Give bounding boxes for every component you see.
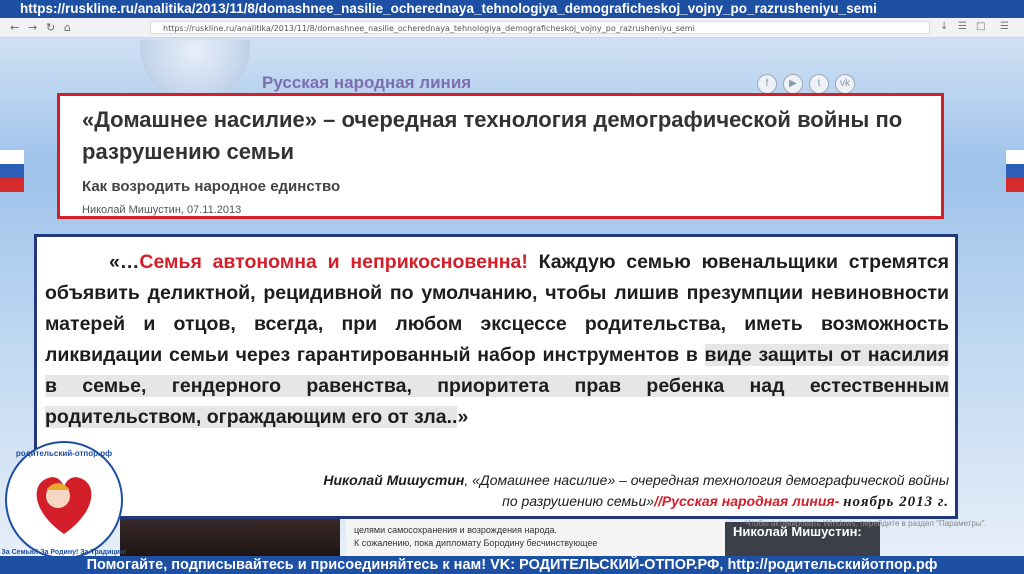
attribution-source: //Русская народная линия- <box>654 493 840 509</box>
facebook-icon[interactable]: f <box>757 74 777 94</box>
address-bar[interactable]: https://ruskline.ru/analitika/2013/11/8/… <box>150 21 930 34</box>
browser-toolbar: ← → ↻ ⌂ https://ruskline.ru/analitika/20… <box>0 18 1024 38</box>
youtube-icon[interactable]: ▶ <box>783 74 803 94</box>
author-photo <box>120 519 340 556</box>
address-text: https://ruskline.ru/analitika/2013/11/8/… <box>163 24 695 33</box>
site-name[interactable]: Русская народная линия <box>262 73 471 93</box>
roditelsky-otpor-logo: родительский-отпор.рф За Семью! За Родин… <box>2 441 126 559</box>
body-line1: целями самосохранения и возрождения наро… <box>354 525 558 535</box>
article-title: «Домашнее насилие» – очередная технологи… <box>82 107 903 164</box>
quote-close: » <box>457 406 469 428</box>
russian-flag-right <box>1006 150 1024 192</box>
windows-activation-notice: Чтобы активировать Windows, перейдите в … <box>745 519 987 528</box>
attribution-title: , «Домашнее насилие» – очередная техноло… <box>464 472 949 488</box>
reload-icon[interactable]: ↻ <box>46 21 55 34</box>
attribution-line2: по разрушению семьи»//Русская народная л… <box>77 493 949 511</box>
article-body-fragment: целями самосохранения и возрождения наро… <box>346 519 726 556</box>
attribution-author: Николай Мишустин <box>323 472 465 488</box>
quote-open: «… <box>109 251 140 273</box>
twitter-icon[interactable]: t <box>809 74 829 94</box>
bottom-banner: Помогайте, подписывайтесь и присоединяйт… <box>0 556 1024 574</box>
vk-icon[interactable]: vk <box>835 74 855 94</box>
back-icon[interactable]: ← <box>10 21 19 34</box>
svg-text:За Семью! За Родину! За Традиц: За Семью! За Родину! За Традиции! <box>2 549 126 556</box>
svg-text:родительский-отпор.рф: родительский-отпор.рф <box>16 449 112 458</box>
article-author-date: Николай Мишустин, 07.11.2013 <box>82 204 242 216</box>
library-icon[interactable]: ☰ <box>958 21 967 32</box>
download-icon[interactable]: ↓ <box>940 21 948 32</box>
top-url-banner: https://ruskline.ru/analitika/2013/11/8/… <box>0 0 1024 18</box>
attribution-title-end: по разрушению семьи» <box>502 493 655 509</box>
quote-text: «…Семья автономна и неприкосновенна! Каж… <box>45 247 949 433</box>
quote-box: «…Семья автономна и неприкосновенна! Каж… <box>34 234 958 519</box>
article-title-box: «Домашнее насилие» – очередная технологи… <box>57 93 944 219</box>
top-url-text: https://ruskline.ru/analitika/2013/11/8/… <box>20 1 877 16</box>
forward-icon[interactable]: → <box>28 21 37 34</box>
quote-red-part: Семья автономна и неприкосновенна! <box>139 251 528 273</box>
attribution-date: ноябрь 2013 г. <box>843 494 949 510</box>
attribution-line1: Николай Мишустин, «Домашнее насилие» – о… <box>77 472 949 488</box>
body-line2: К сожалению, пока дипломату Бородину бес… <box>354 538 598 548</box>
bottom-banner-text[interactable]: Помогайте, подписывайтесь и присоединяйт… <box>87 557 938 573</box>
article-subtitle: Как возродить народное единство <box>82 178 341 195</box>
menu-icon[interactable]: ☰ <box>1000 21 1009 32</box>
sidebar-icon[interactable]: □ <box>976 21 985 32</box>
home-icon[interactable]: ⌂ <box>64 21 71 34</box>
russian-flag-left <box>0 150 24 192</box>
